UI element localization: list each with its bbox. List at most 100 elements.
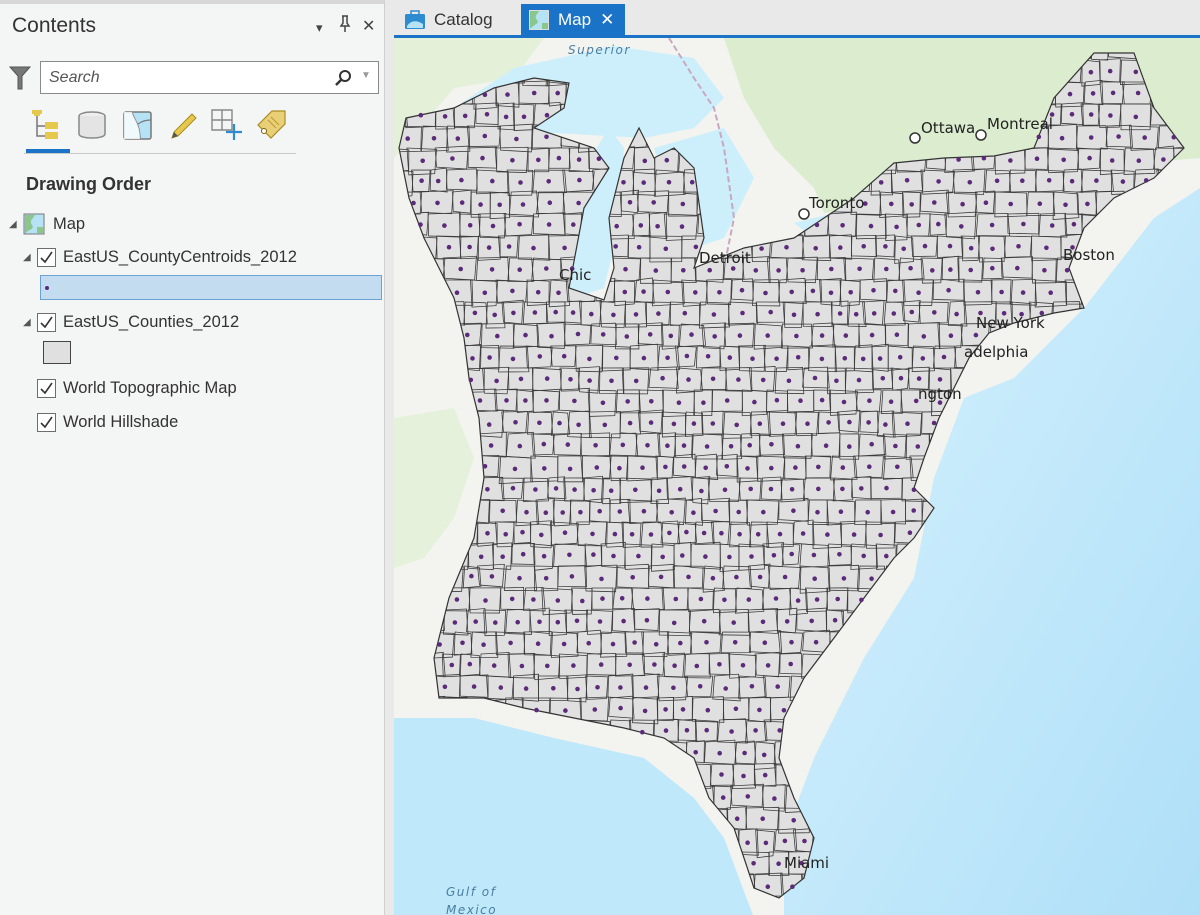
layer-visibility-checkbox[interactable]	[37, 247, 56, 267]
county-centroid-point[interactable]	[647, 332, 653, 337]
county-centroid-point[interactable]	[571, 222, 576, 227]
county-centroid-point[interactable]	[673, 596, 679, 602]
county-centroid-point[interactable]	[704, 640, 709, 645]
county-centroid-point[interactable]	[727, 554, 732, 560]
county-centroid-point[interactable]	[789, 289, 794, 295]
county-centroid-point[interactable]	[508, 640, 513, 646]
county-centroid-point[interactable]	[547, 200, 553, 205]
county-centroid-point[interactable]	[553, 486, 559, 491]
county-centroid-point[interactable]	[713, 508, 718, 514]
county-centroid-point[interactable]	[560, 510, 565, 515]
county-centroid-point[interactable]	[668, 333, 674, 339]
county-centroid-point[interactable]	[627, 200, 633, 205]
county-centroid-point[interactable]	[656, 488, 662, 494]
county-centroid-point[interactable]	[967, 180, 973, 185]
county-centroid-point[interactable]	[614, 223, 619, 229]
county-centroid-point[interactable]	[1085, 201, 1090, 207]
map-view[interactable]: Ottawa Montreal Toronto Detroit Chic Bos…	[394, 35, 1200, 915]
county-centroid-point[interactable]	[571, 663, 576, 668]
county-centroid-point[interactable]	[746, 597, 752, 602]
county-centroid-point[interactable]	[627, 662, 632, 668]
county-centroid-point[interactable]	[704, 444, 710, 449]
county-centroid-point[interactable]	[485, 531, 490, 536]
county-centroid-point[interactable]	[686, 574, 691, 580]
county-centroid-point[interactable]	[857, 266, 862, 272]
county-centroid-point[interactable]	[823, 443, 829, 449]
county-centroid-point[interactable]	[937, 377, 943, 382]
county-centroid-point[interactable]	[521, 114, 527, 120]
county-centroid-point[interactable]	[592, 707, 598, 712]
county-centroid-point[interactable]	[572, 487, 577, 492]
county-centroid-point[interactable]	[815, 311, 820, 317]
search-options-chevron-icon[interactable]: ▼	[361, 70, 371, 81]
county-centroid-point[interactable]	[717, 290, 722, 295]
county-centroid-point[interactable]	[811, 552, 817, 558]
county-centroid-point[interactable]	[498, 685, 504, 690]
county-centroid-point[interactable]	[693, 750, 698, 755]
county-centroid-point[interactable]	[617, 465, 622, 471]
county-centroid-point[interactable]	[686, 377, 691, 382]
county-centroid-point[interactable]	[798, 398, 803, 404]
county-centroid-point[interactable]	[1088, 112, 1094, 117]
county-centroid-point[interactable]	[931, 420, 937, 426]
county-centroid-point[interactable]	[757, 707, 762, 713]
county-centroid-point[interactable]	[773, 596, 779, 601]
county-centroid-point[interactable]	[893, 443, 898, 449]
county-centroid-point[interactable]	[541, 441, 547, 447]
county-centroid-point[interactable]	[772, 796, 777, 801]
county-centroid-point[interactable]	[489, 267, 495, 272]
county-centroid-point[interactable]	[482, 92, 488, 98]
selection-map-icon[interactable]	[120, 108, 156, 142]
county-centroid-point[interactable]	[418, 112, 424, 118]
county-centroid-point[interactable]	[722, 487, 728, 493]
county-centroid-point[interactable]	[437, 642, 442, 647]
county-centroid-point[interactable]	[791, 312, 797, 318]
county-centroid-point[interactable]	[557, 420, 562, 426]
county-centroid-point[interactable]	[897, 354, 903, 360]
county-centroid-point[interactable]	[752, 399, 757, 405]
layer-row-hillshade[interactable]: World Hillshade	[37, 409, 178, 435]
county-centroid-point[interactable]	[577, 177, 582, 183]
county-centroid-point[interactable]	[711, 312, 717, 317]
county-centroid-point[interactable]	[936, 221, 941, 227]
county-centroid-point[interactable]	[954, 311, 959, 317]
county-centroid-point[interactable]	[748, 486, 753, 492]
county-centroid-point[interactable]	[909, 202, 914, 207]
search-icon[interactable]	[333, 68, 353, 88]
county-centroid-point[interactable]	[771, 553, 777, 558]
county-centroid-point[interactable]	[486, 245, 492, 250]
county-centroid-point[interactable]	[523, 332, 528, 338]
county-centroid-point[interactable]	[834, 378, 839, 384]
county-centroid-point[interactable]	[452, 620, 458, 625]
county-centroid-point[interactable]	[497, 202, 502, 208]
county-centroid-point[interactable]	[905, 421, 910, 427]
county-centroid-point[interactable]	[981, 155, 987, 161]
county-centroid-point[interactable]	[990, 265, 995, 271]
county-centroid-point[interactable]	[883, 422, 888, 427]
county-centroid-point[interactable]	[567, 466, 573, 472]
county-centroid-point[interactable]	[861, 553, 866, 559]
county-centroid-point[interactable]	[609, 378, 614, 384]
county-centroid-point[interactable]	[470, 356, 475, 361]
county-centroid-point[interactable]	[916, 222, 922, 228]
county-centroid-point[interactable]	[641, 180, 646, 185]
county-centroid-point[interactable]	[523, 398, 528, 403]
county-centroid-point[interactable]	[865, 509, 870, 515]
county-centroid-point[interactable]	[948, 267, 953, 272]
county-centroid-point[interactable]	[699, 488, 704, 494]
county-centroid-point[interactable]	[460, 640, 465, 646]
county-centroid-point[interactable]	[640, 465, 645, 471]
county-centroid-point[interactable]	[613, 244, 618, 249]
county-centroid-point[interactable]	[720, 795, 726, 800]
county-centroid-point[interactable]	[587, 356, 592, 362]
county-centroid-point[interactable]	[909, 309, 915, 315]
county-centroid-point[interactable]	[828, 290, 834, 296]
county-centroid-point[interactable]	[449, 662, 455, 668]
county-centroid-point[interactable]	[680, 553, 685, 558]
county-centroid-point[interactable]	[629, 532, 635, 537]
county-centroid-point[interactable]	[1046, 178, 1052, 183]
county-centroid-point[interactable]	[999, 289, 1004, 295]
county-centroid-point[interactable]	[587, 378, 592, 383]
county-centroid-point[interactable]	[869, 332, 875, 338]
county-centroid-point[interactable]	[665, 355, 670, 361]
